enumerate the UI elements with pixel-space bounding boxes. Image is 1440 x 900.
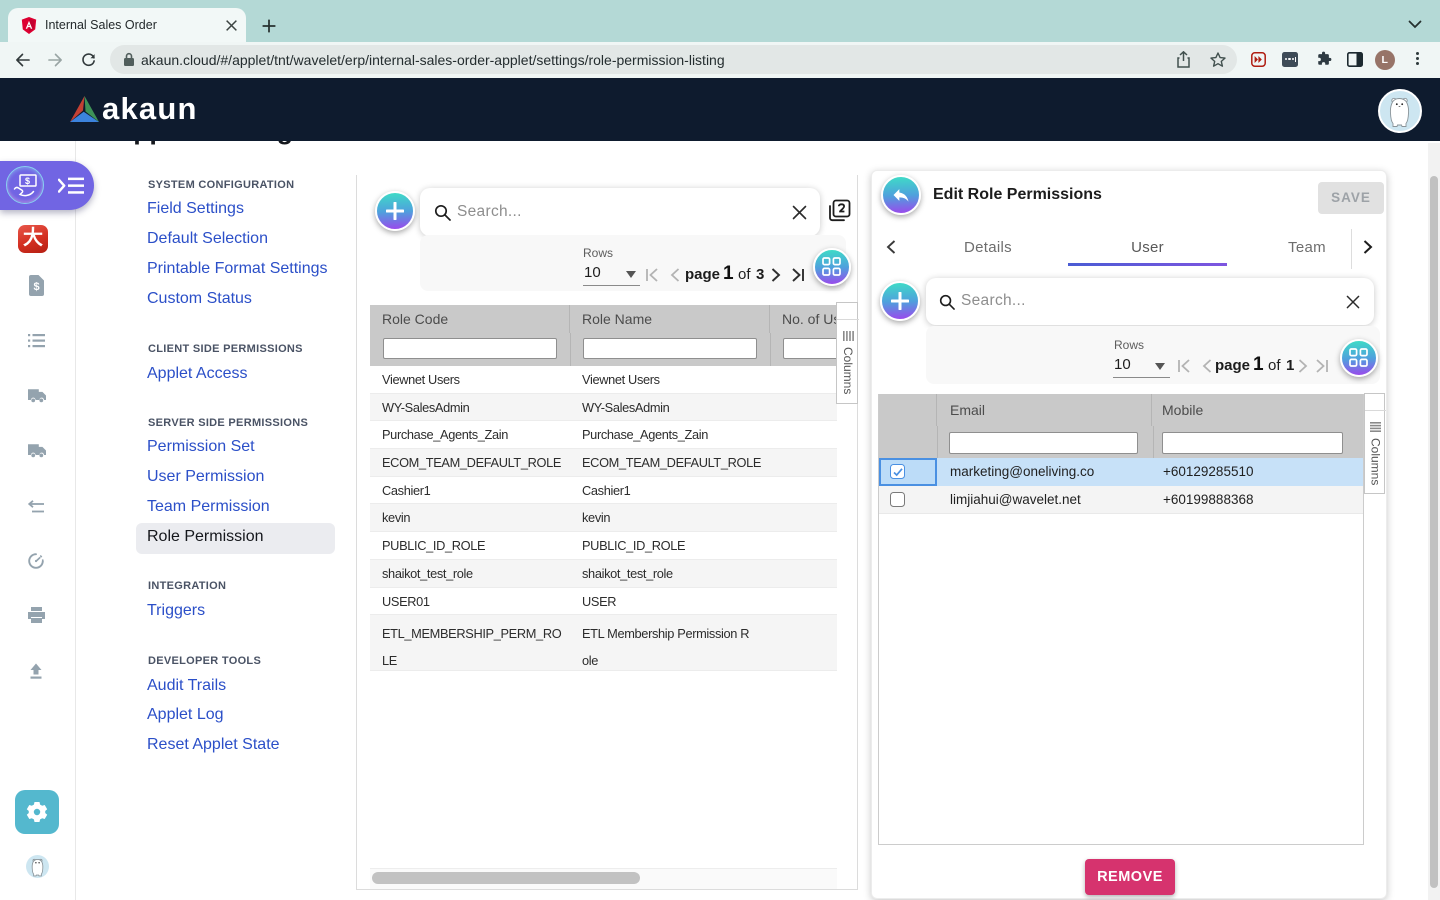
svg-text:$: $ bbox=[25, 176, 30, 186]
svg-text:$: $ bbox=[33, 281, 39, 293]
